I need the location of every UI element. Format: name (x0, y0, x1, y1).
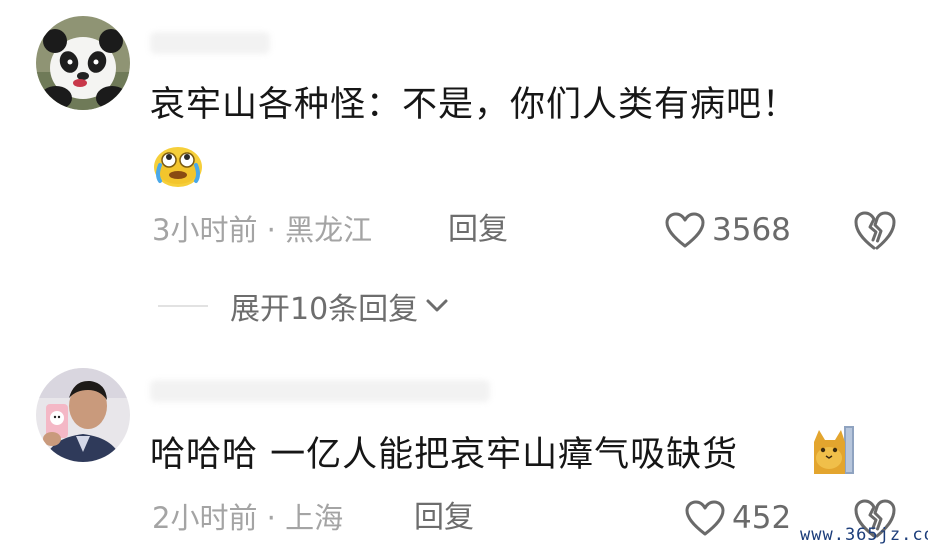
panda-avatar-icon (36, 16, 130, 110)
user-avatar[interactable] (36, 16, 130, 110)
username[interactable] (150, 32, 270, 54)
expand-divider (158, 305, 208, 307)
heart-icon (685, 500, 725, 536)
like-count: 452 (732, 500, 792, 536)
cat-peeking-emoji-icon (810, 424, 856, 480)
broken-heart-icon (854, 211, 896, 250)
user-avatar[interactable] (36, 368, 130, 462)
man-avatar-icon (36, 368, 130, 462)
laugh-cry-emoji-icon (152, 141, 204, 193)
like-button[interactable]: 3568 (664, 208, 791, 252)
expand-replies-button[interactable]: 展开10条回复 (158, 286, 450, 327)
like-button[interactable]: 452 (684, 496, 791, 540)
comment-meta: 2小时前 · 上海 (152, 500, 343, 536)
like-count: 3568 (712, 212, 791, 248)
reply-button[interactable]: 回复 (448, 212, 508, 248)
comment-location: 上海 (285, 501, 344, 535)
username[interactable] (150, 380, 490, 402)
comment-meta: 3小时前 · 黑龙江 (152, 212, 372, 248)
meta-separator: · (266, 501, 276, 535)
expand-replies-label: 展开10条回复 (230, 292, 419, 327)
watermark: www.365jz.com (800, 525, 928, 545)
comment-text: 哀牢山各种怪：不是，你们人类有病吧！ (150, 85, 799, 125)
comment-location: 黑龙江 (285, 213, 373, 247)
reply-button[interactable]: 回复 (414, 500, 474, 536)
heart-icon (665, 212, 705, 248)
comment-time: 3小时前 (152, 213, 258, 247)
comment-time: 2小时前 (152, 501, 258, 535)
meta-separator: · (266, 213, 276, 247)
dislike-button[interactable] (852, 208, 898, 252)
comment-text: 哈哈哈 一亿人能把哀牢山瘴气吸缺货 (150, 435, 739, 475)
chevron-down-icon (426, 299, 448, 312)
